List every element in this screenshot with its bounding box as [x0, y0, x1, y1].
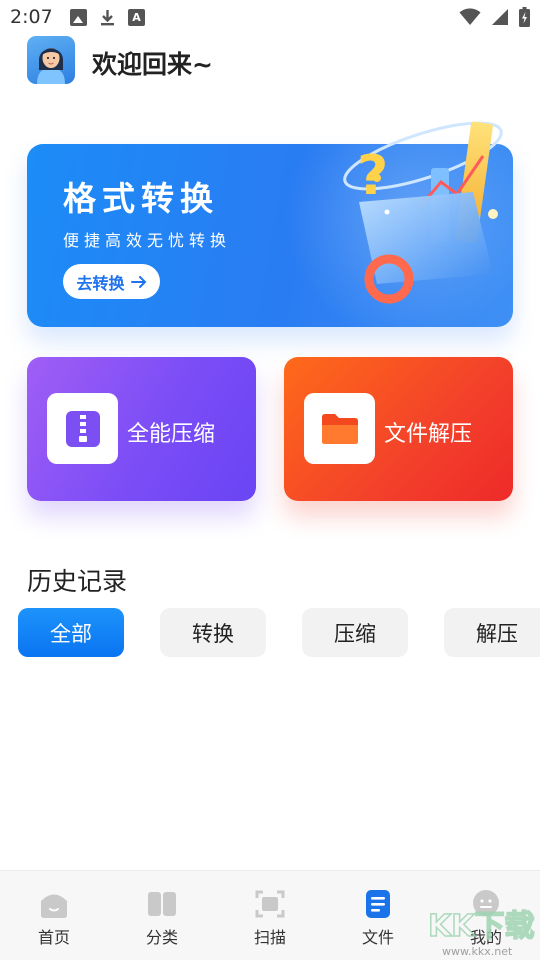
home-icon — [41, 894, 67, 918]
folder-icon — [321, 413, 358, 444]
filter-chip-convert[interactable]: 转换 — [160, 608, 266, 657]
compress-card[interactable]: 全能压缩 — [27, 357, 256, 501]
go-convert-button[interactable]: 去转换 — [63, 264, 160, 299]
a-badge-icon: A — [128, 9, 145, 26]
nav-label-category: 分类 — [145, 928, 178, 947]
status-bar: 2:07 A — [0, 0, 540, 34]
compress-label: 全能压缩 — [127, 422, 216, 447]
image-icon — [70, 9, 87, 26]
file-icon — [366, 890, 390, 918]
extract-icon-box — [304, 393, 375, 464]
kkx-watermark-logo: KK下载 www.kkx.net — [427, 908, 535, 958]
nav-label-scan: 扫描 — [253, 928, 286, 947]
go-convert-label: 去转换 — [76, 273, 125, 293]
folder-illustration: ? — [343, 121, 503, 304]
nav-item-category[interactable]: 分类 — [127, 889, 197, 949]
avatar[interactable] — [27, 36, 75, 84]
filter-chip-all[interactable]: 全部 — [18, 608, 124, 657]
nav-item-home[interactable]: 首页 — [19, 889, 89, 949]
extract-card[interactable]: 文件解压 — [284, 357, 513, 501]
battery-icon — [519, 7, 530, 27]
nav-item-file[interactable]: 文件 — [343, 889, 413, 949]
compress-icon-box — [47, 393, 118, 464]
history-title: 历史记录 — [27, 567, 128, 596]
filter-chip-extract[interactable]: 解压 — [444, 608, 540, 657]
welcome-text: 欢迎回来~ — [92, 50, 213, 79]
status-notification-icons: A — [70, 9, 145, 26]
category-icon — [148, 892, 176, 916]
format-conversion-banner[interactable]: 格式转换 便捷高效无忧转换 去转换 ? — [27, 121, 513, 327]
nav-label-file: 文件 — [361, 928, 394, 947]
banner-title: 格式转换 — [63, 179, 219, 218]
nav-label-home: 首页 — [37, 928, 70, 947]
avatar-image — [37, 48, 65, 84]
banner-subtitle: 便捷高效无忧转换 — [63, 231, 232, 250]
svg-text:www.kkx.net: www.kkx.net — [442, 945, 513, 958]
download-icon — [101, 10, 114, 26]
svg-text:KK下载: KK下载 — [428, 909, 535, 944]
filter-chip-compress[interactable]: 压缩 — [302, 608, 408, 657]
wifi-icon — [459, 8, 481, 25]
status-time: 2:07 — [10, 6, 53, 28]
signal-icon — [492, 9, 508, 25]
arrow-right-icon — [130, 275, 146, 288]
nav-item-scan[interactable]: 扫描 — [235, 889, 305, 949]
scan-icon — [255, 890, 285, 918]
status-system-icons — [459, 7, 530, 27]
extract-label: 文件解压 — [384, 422, 473, 447]
zip-file-icon — [65, 410, 100, 447]
svg-text:?: ? — [357, 144, 388, 207]
